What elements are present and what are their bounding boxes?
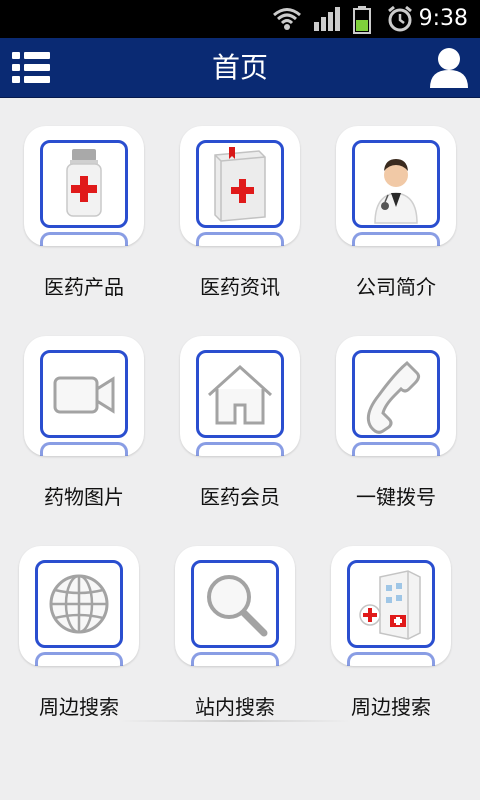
tile-medicine-news[interactable]: [180, 126, 300, 246]
tile-label: 公司简介: [356, 275, 436, 299]
app-header: 首页: [0, 38, 480, 98]
signal-icon: [314, 7, 340, 31]
tile-label: 一键拨号: [356, 485, 436, 509]
menu-grid: 医药产品 医药资讯 公司简介 药物图片 医药会员 一键拨号 周边搜索 站内搜索 …: [0, 98, 480, 800]
tile-site-search[interactable]: [175, 546, 295, 666]
medical-book-icon: [214, 147, 266, 222]
medicine-bottle-icon: [66, 149, 102, 217]
tile-medicine-products[interactable]: [24, 126, 144, 246]
tile-label: 医药会员: [200, 485, 280, 509]
battery-icon: [353, 6, 371, 34]
globe-icon: [49, 574, 109, 634]
tile-label: 药物图片: [44, 485, 124, 509]
tile-member[interactable]: [180, 336, 300, 456]
tile-one-key-dial[interactable]: [336, 336, 456, 456]
wifi-icon: [273, 8, 301, 30]
alarm-icon: [388, 5, 412, 32]
tile-company-profile[interactable]: [336, 126, 456, 246]
home-icon: [207, 364, 273, 425]
tile-label: 医药资讯: [200, 275, 280, 299]
tile-label: 周边搜索: [351, 695, 431, 719]
hospital-icon: [359, 570, 421, 640]
page-title: 首页: [211, 51, 268, 84]
status-bar: 9:38: [0, 0, 480, 38]
tile-nearby-search-2[interactable]: [331, 546, 451, 666]
phone-icon: [366, 360, 421, 434]
search-icon: [207, 575, 268, 637]
divider: [120, 720, 350, 722]
status-time: 9:38: [418, 6, 468, 31]
tile-nearby-search[interactable]: [19, 546, 139, 666]
user-button[interactable]: [428, 46, 470, 90]
tile-label: 医药产品: [44, 275, 124, 299]
doctor-icon: [374, 159, 418, 224]
video-camera-icon: [53, 376, 115, 414]
tile-medicine-pictures[interactable]: [24, 336, 144, 456]
tile-label: 周边搜索: [39, 695, 119, 719]
tile-label: 站内搜索: [195, 695, 275, 719]
user-icon: [430, 48, 468, 88]
